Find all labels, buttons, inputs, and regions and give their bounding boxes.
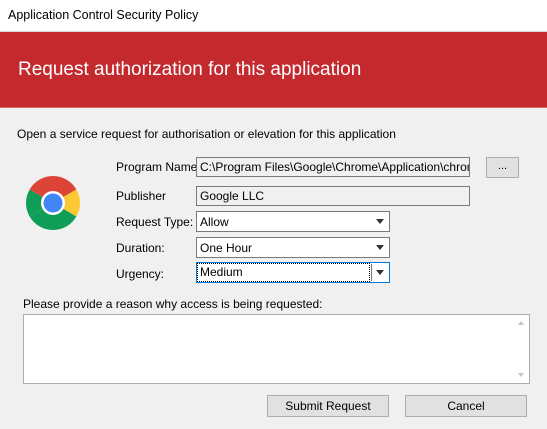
chrome-logo-icon (26, 176, 80, 230)
chevron-down-icon (376, 270, 384, 275)
duration-label: Duration: (116, 241, 165, 255)
intro-text: Open a service request for authorisation… (17, 127, 396, 141)
reason-label: Please provide a reason why access is be… (23, 297, 323, 311)
urgency-value: Medium (197, 263, 370, 282)
header-banner: Request authorization for this applicati… (0, 32, 547, 108)
publisher-field: Google LLC (196, 186, 470, 206)
duration-dropdown[interactable]: One Hour (196, 237, 390, 258)
chevron-down-icon (376, 245, 384, 250)
urgency-dropdown[interactable]: Medium (196, 262, 390, 283)
program-name-field: C:\Program Files\Google\Chrome\Applicati… (196, 157, 470, 177)
dropdown-divider (371, 264, 372, 281)
browse-button[interactable]: ... (486, 157, 519, 178)
request-type-label: Request Type: (116, 215, 194, 229)
urgency-label: Urgency: (116, 267, 165, 281)
reason-textarea[interactable] (23, 314, 530, 384)
window-title: Application Control Security Policy (8, 8, 199, 22)
title-bar: Application Control Security Policy (0, 0, 547, 32)
submit-request-button[interactable]: Submit Request (267, 395, 389, 417)
cancel-button[interactable]: Cancel (405, 395, 527, 417)
scroll-down-icon[interactable] (518, 373, 524, 377)
banner-heading: Request authorization for this applicati… (18, 59, 362, 80)
banner-divider (0, 107, 547, 108)
duration-value: One Hour (200, 241, 253, 255)
reason-scrollbar[interactable] (513, 315, 529, 383)
request-type-dropdown[interactable]: Allow (196, 211, 390, 232)
program-name-label: Program Name (116, 160, 198, 174)
request-type-value: Allow (200, 215, 229, 229)
chevron-down-icon (376, 219, 384, 224)
scroll-up-icon[interactable] (518, 321, 524, 325)
publisher-label: Publisher (116, 189, 167, 203)
